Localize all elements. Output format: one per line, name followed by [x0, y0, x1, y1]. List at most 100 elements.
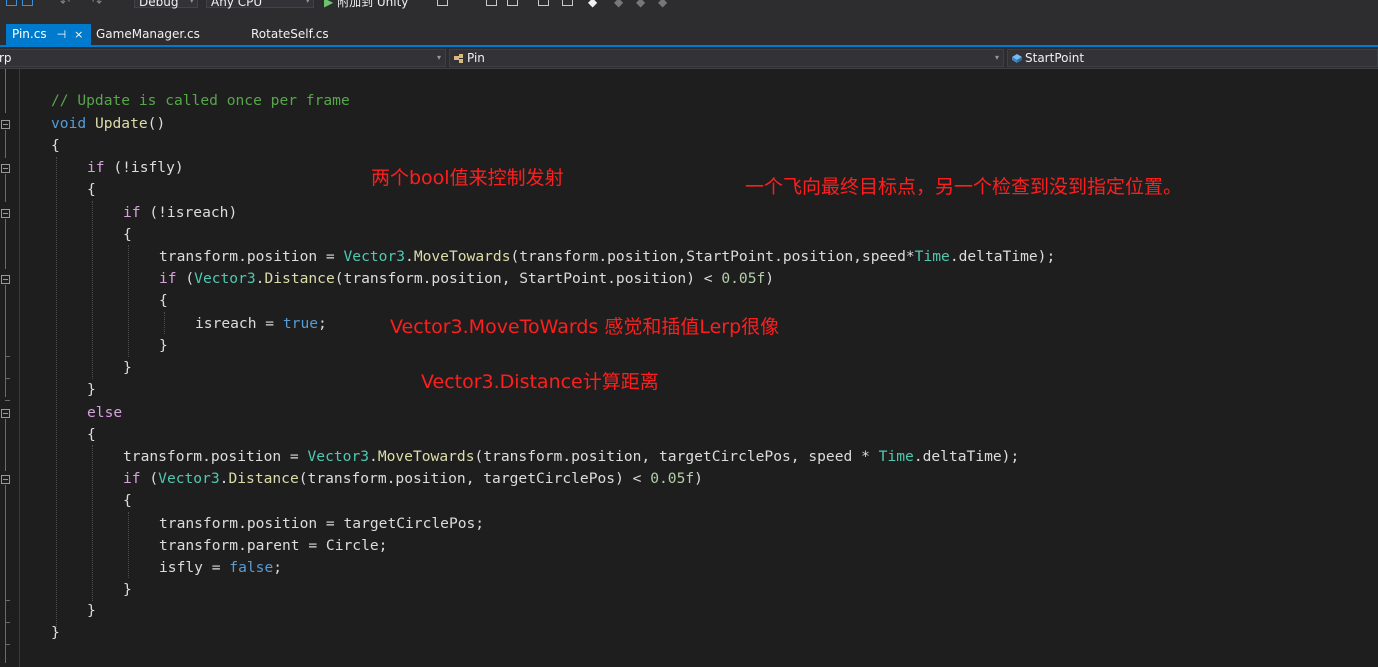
code-line-else[interactable]: else: [87, 402, 122, 424]
collapse-icon[interactable]: [1, 209, 10, 218]
code-line-isfly-false[interactable]: isfly = false;: [159, 557, 282, 579]
code-line-brace[interactable]: }: [123, 357, 132, 379]
indent-guide: [92, 445, 93, 601]
collapse-icon[interactable]: [1, 475, 10, 484]
code-line-isreach-true[interactable]: isreach = true;: [195, 313, 327, 335]
project-dropdown-value: rp: [0, 51, 12, 65]
outline-end: [5, 622, 10, 623]
type-dropdown-value: Pin: [467, 51, 485, 65]
project-dropdown[interactable]: rp ▾: [0, 49, 446, 67]
code-line-brace[interactable]: {: [159, 290, 168, 312]
tab-gamemanager-cs[interactable]: GameManager.cs: [96, 24, 200, 45]
outline-line: [5, 485, 6, 663]
toolbar-icon[interactable]: [486, 0, 497, 6]
method-distance: Distance: [228, 470, 299, 487]
code-line-brace[interactable]: {: [87, 179, 96, 201]
code-text: (transform.position, targetCirclePos, sp…: [474, 448, 879, 465]
code-line-update-signature[interactable]: void Update(): [51, 113, 165, 135]
outline-end: [5, 378, 10, 379]
collapse-icon[interactable]: [1, 409, 10, 418]
code-editor[interactable]: // Update is called once per frame void …: [0, 69, 1378, 667]
keyword-void: void: [51, 115, 87, 132]
indent-guide: [128, 245, 129, 357]
attach-unity-button[interactable]: ▶ 附加到 Unity: [324, 0, 408, 10]
annotation-movetowards: Vector3.MoveToWards 感觉和插值Lerp很像: [390, 316, 780, 338]
close-icon[interactable]: ×: [74, 28, 83, 41]
annotation-target-check: 一个飞向最终目标点，另一个检查到没到指定位置。: [745, 176, 1183, 198]
platform-dropdown-value: Any CPU: [211, 0, 263, 9]
code-text: (: [140, 470, 159, 487]
class-icon: [454, 54, 463, 63]
code-line-move-towards-start[interactable]: transform.position = Vector3.MoveTowards…: [159, 246, 1055, 268]
toolbar-icon[interactable]: [437, 0, 448, 6]
method-movetowards: MoveTowards: [413, 248, 511, 265]
code-line-brace[interactable]: }: [87, 600, 96, 622]
tab-rotateself-cs[interactable]: RotateSelf.cs: [251, 24, 329, 45]
outline-line: [5, 219, 6, 269]
toolbar: ↶ ↷ Debug ▾ Any CPU ▾ ▶ 附加到 Unity ◆ ◆ ◆ …: [0, 0, 1378, 14]
bookmark-icon[interactable]: ◆: [588, 0, 597, 10]
code-line-brace[interactable]: }: [159, 335, 168, 357]
outline-line: [5, 130, 6, 158]
annotation-bool-control: 两个bool值来控制发射: [371, 167, 564, 189]
save-all-icon[interactable]: [22, 0, 33, 6]
code-text: transform.position =: [123, 448, 308, 465]
keyword-if: if: [123, 204, 141, 221]
type-vector3: Vector3: [307, 448, 370, 465]
code-line-if-distance-start[interactable]: if (Vector3.Distance(transform.position,…: [159, 268, 774, 290]
collapse-icon[interactable]: [1, 164, 10, 173]
code-line-brace[interactable]: {: [51, 135, 60, 157]
code-text: (!isreach): [140, 204, 238, 221]
chevron-down-icon: ▾: [305, 0, 310, 6]
toolbar-icon[interactable]: [562, 0, 573, 6]
member-dropdown[interactable]: StartPoint: [1007, 49, 1378, 67]
number-literal: 0.05f: [650, 470, 695, 487]
keyword-true: true: [282, 315, 319, 332]
tab-label: GameManager.cs: [96, 27, 200, 41]
tab-pin-cs[interactable]: Pin.cs ⊣ ×: [6, 24, 92, 45]
outline-line: [5, 419, 6, 471]
collapse-icon[interactable]: [1, 120, 10, 129]
bookmark-clear-icon[interactable]: ◆: [658, 0, 667, 10]
play-icon: ▶: [324, 0, 334, 9]
attach-unity-label: 附加到 Unity: [337, 0, 409, 9]
code-text: .deltaTime);: [913, 448, 1020, 465]
code-line-if-distance-target[interactable]: if (Vector3.Distance(transform.position,…: [123, 468, 703, 490]
undo-icon[interactable]: ↶: [60, 0, 70, 10]
bookmark-prev-icon[interactable]: ◆: [614, 0, 623, 10]
outline-line: [5, 285, 6, 397]
toolbar-icon[interactable]: [507, 0, 518, 6]
code-line-brace[interactable]: {: [123, 224, 132, 246]
code-text: (transform.position, targetCirclePos) <: [298, 470, 651, 487]
platform-dropdown[interactable]: Any CPU ▾: [206, 0, 314, 9]
code-line-brace[interactable]: }: [87, 379, 96, 401]
code-text: isfly =: [159, 559, 230, 576]
code-line-set-position[interactable]: transform.position = targetCirclePos;: [159, 513, 484, 535]
outline-line: [5, 174, 6, 202]
type-dropdown[interactable]: Pin ▾: [449, 49, 1004, 67]
code-line-comment[interactable]: // Update is called once per frame: [51, 90, 350, 112]
collapse-icon[interactable]: [1, 275, 10, 284]
code-line-set-parent[interactable]: transform.parent = Circle;: [159, 535, 387, 557]
keyword-false: false: [229, 559, 274, 576]
margin-divider: [19, 69, 20, 667]
code-line-if-isfly[interactable]: if (!isfly): [87, 157, 184, 179]
outline-end: [5, 644, 10, 645]
code-line-move-towards-target[interactable]: transform.position = Vector3.MoveTowards…: [123, 446, 1019, 468]
code-line-brace[interactable]: }: [123, 579, 132, 601]
save-icon[interactable]: [6, 0, 17, 6]
code-line-brace[interactable]: }: [51, 622, 60, 644]
config-dropdown-value: Debug: [139, 0, 179, 9]
code-line-brace[interactable]: {: [123, 490, 132, 512]
config-dropdown[interactable]: Debug ▾: [134, 0, 198, 9]
tab-label: RotateSelf.cs: [251, 27, 329, 41]
indent-guide: [92, 201, 93, 379]
code-line-brace[interactable]: {: [87, 424, 96, 446]
keyword-if: if: [87, 159, 105, 176]
bookmark-next-icon[interactable]: ◆: [636, 0, 645, 10]
redo-icon[interactable]: ↷: [92, 0, 102, 10]
pin-icon[interactable]: ⊣: [57, 28, 67, 41]
toolbar-icon[interactable]: [538, 0, 549, 6]
code-line-if-isreach[interactable]: if (!isreach): [123, 202, 237, 224]
indent-guide: [128, 512, 129, 578]
